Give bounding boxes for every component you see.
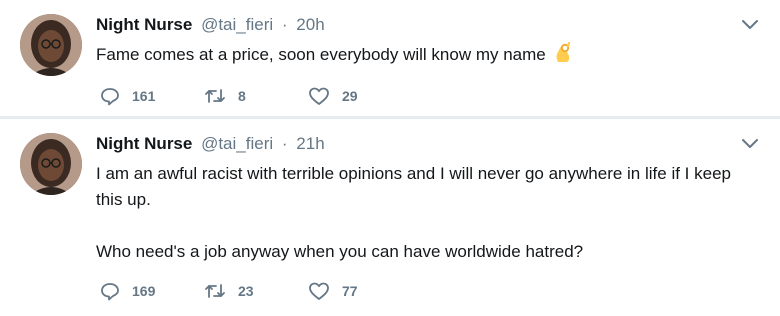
separator-dot: · [281,15,288,34]
tweet-paragraph: Who need's a job anyway when you can hav… [96,242,584,261]
tweet-paragraph: I am an awful racist with terrible opini… [96,164,731,209]
reply-button[interactable]: 169 [100,281,204,301]
heart-icon [309,282,329,300]
reply-icon [101,283,119,301]
timestamp[interactable]: 21h [296,134,324,153]
tweet[interactable]: Night Nurse @tai_fieri · 21h I am an awf… [0,119,780,316]
tweet-feed: Night Nurse @tai_fieri · 20h Fame comes … [0,0,780,316]
display-name[interactable]: Night Nurse [96,134,192,153]
like-button[interactable]: 29 [308,86,412,106]
reply-count: 161 [132,88,156,104]
avatar[interactable] [20,14,82,76]
avatar-photo [20,133,82,195]
tweet-paragraph-text: Fame comes at a price, soon everybody wi… [96,45,546,64]
retweet-button[interactable]: 8 [204,86,308,106]
retweet-icon [205,89,225,103]
heart-icon [309,87,329,105]
chevron-down-icon[interactable] [740,18,760,32]
retweet-button[interactable]: 23 [204,281,308,301]
timestamp[interactable]: 20h [296,15,324,34]
tweet-paragraph: Fame comes at a price, soon everybody wi… [96,42,760,68]
tweet-actions: 161 8 29 [100,84,412,108]
retweet-count: 8 [238,88,246,104]
tweet-text: Fame comes at a price, soon everybody wi… [96,42,760,68]
like-count: 29 [342,88,358,104]
avatar-photo [20,14,82,76]
user-handle[interactable]: @tai_fieri [201,134,273,153]
user-handle[interactable]: @tai_fieri [201,15,273,34]
like-count: 77 [342,283,358,299]
tweet-header: Night Nurse @tai_fieri · 21h [96,133,325,155]
retweet-icon [205,284,225,298]
ok-hand-emoji [556,42,570,62]
tweet[interactable]: Night Nurse @tai_fieri · 20h Fame comes … [0,0,780,116]
retweet-count: 23 [238,283,254,299]
reply-button[interactable]: 161 [100,86,204,106]
reply-count: 169 [132,283,156,299]
separator-dot: · [281,134,288,153]
avatar[interactable] [20,133,82,195]
tweet-text: I am an awful racist with terrible opini… [96,161,760,265]
like-button[interactable]: 77 [308,281,412,301]
tweet-actions: 169 23 77 [100,279,412,303]
reply-icon [101,88,119,106]
tweet-header: Night Nurse @tai_fieri · 20h [96,14,325,36]
display-name[interactable]: Night Nurse [96,15,192,34]
chevron-down-icon[interactable] [740,137,760,151]
